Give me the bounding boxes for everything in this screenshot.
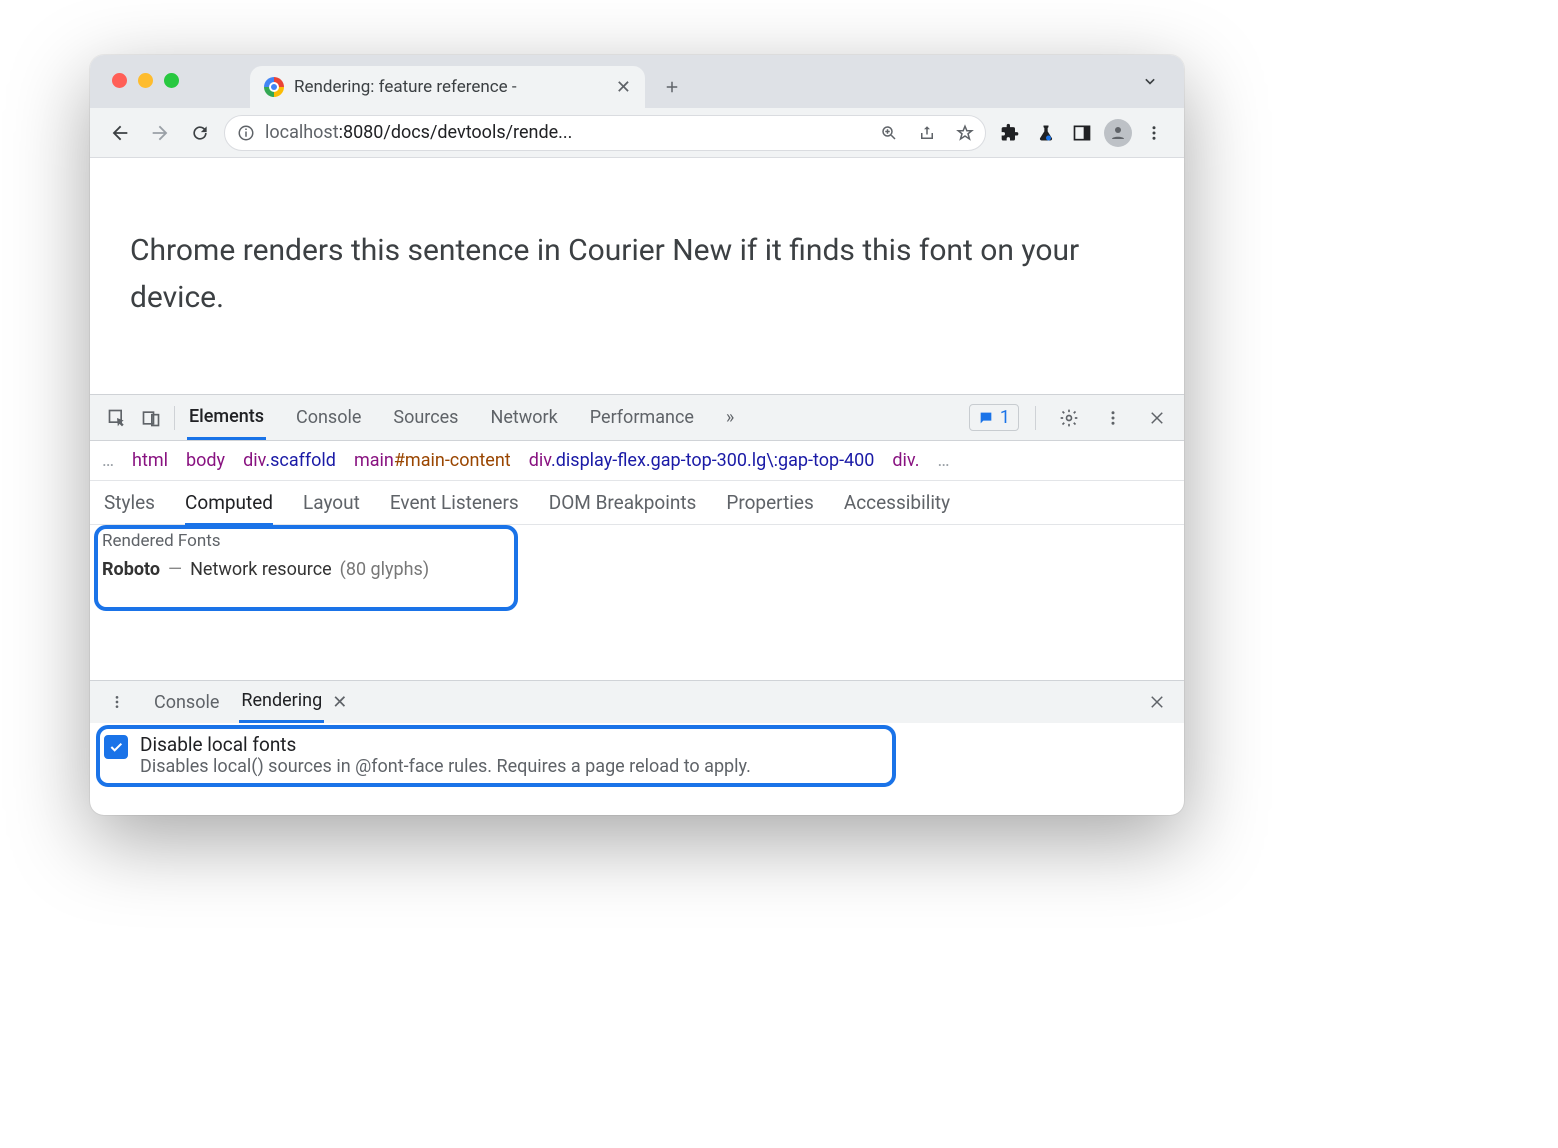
close-icon xyxy=(1148,409,1166,427)
sidepanel-icon xyxy=(1072,123,1092,143)
drawer-menu-button[interactable] xyxy=(100,685,134,719)
close-drawer-tab-icon[interactable]: ✕ xyxy=(332,692,347,713)
breadcrumb-item[interactable]: html xyxy=(132,450,168,471)
share-button[interactable] xyxy=(913,119,941,147)
issues-count: 1 xyxy=(1000,407,1010,428)
share-icon xyxy=(918,124,936,142)
close-drawer-button[interactable] xyxy=(1140,685,1174,719)
browser-window: Rendering: feature reference - ✕ localho… xyxy=(90,55,1184,815)
tab-network[interactable]: Network xyxy=(488,397,559,438)
devices-icon xyxy=(141,408,161,428)
window-controls xyxy=(112,73,179,88)
drawer-tab-rendering[interactable]: Rendering xyxy=(239,681,324,723)
url-text: localhost:8080/docs/devtools/rende... xyxy=(265,122,865,143)
breadcrumb-ellipsis[interactable]: … xyxy=(102,450,114,471)
breadcrumb-item[interactable]: div.display-flex.gap-top-300.lg\:gap-top… xyxy=(529,450,875,471)
subtab-styles[interactable]: Styles xyxy=(104,491,155,514)
puzzle-icon xyxy=(1000,123,1020,143)
kebab-icon xyxy=(109,694,125,710)
extensions-button[interactable] xyxy=(994,117,1026,149)
drawer-tab-console[interactable]: Console xyxy=(152,683,221,722)
avatar-icon xyxy=(1104,119,1132,147)
chevron-down-icon xyxy=(1140,71,1160,91)
arrow-right-icon xyxy=(149,122,171,144)
drawer-tabs: Console Rendering ✕ xyxy=(90,681,1184,723)
breadcrumb-item[interactable]: main#main-content xyxy=(354,450,511,471)
subtab-computed[interactable]: Computed xyxy=(185,479,273,526)
devtools-panel: Elements Console Sources Network Perform… xyxy=(90,394,1184,815)
breadcrumb-item[interactable]: div.scaffold xyxy=(243,450,336,471)
tab-search-button[interactable] xyxy=(1140,71,1160,91)
inspect-button[interactable] xyxy=(100,401,134,435)
fullscreen-window-button[interactable] xyxy=(164,73,179,88)
subtab-layout[interactable]: Layout xyxy=(303,491,360,514)
chrome-menu-button[interactable] xyxy=(1138,117,1170,149)
zoom-button[interactable] xyxy=(875,119,903,147)
inspect-icon xyxy=(107,408,127,428)
breadcrumb-ellipsis[interactable]: … xyxy=(937,450,949,471)
browser-tab[interactable]: Rendering: feature reference - ✕ xyxy=(250,66,645,108)
chrome-favicon-icon xyxy=(264,77,284,97)
flask-icon xyxy=(1036,123,1056,143)
tab-elements[interactable]: Elements xyxy=(187,396,266,440)
labs-button[interactable] xyxy=(1030,117,1062,149)
close-tab-icon[interactable]: ✕ xyxy=(616,77,631,98)
kebab-icon xyxy=(1145,124,1163,142)
dom-breadcrumb[interactable]: … html body div.scaffold main#main-conte… xyxy=(90,441,1184,481)
highlight-rendered-fonts xyxy=(94,525,518,611)
zoom-in-icon xyxy=(880,124,898,142)
gear-icon xyxy=(1059,408,1079,428)
settings-button[interactable] xyxy=(1052,401,1086,435)
address-bar[interactable]: localhost:8080/docs/devtools/rende... xyxy=(224,115,986,151)
device-toggle-button[interactable] xyxy=(134,401,168,435)
subtab-accessibility[interactable]: Accessibility xyxy=(844,491,950,514)
close-window-button[interactable] xyxy=(112,73,127,88)
minimize-window-button[interactable] xyxy=(138,73,153,88)
tab-title: Rendering: feature reference - xyxy=(294,77,606,97)
devtools-toolbar: Elements Console Sources Network Perform… xyxy=(90,395,1184,441)
new-tab-button[interactable] xyxy=(655,70,689,104)
subtab-properties[interactable]: Properties xyxy=(726,491,813,514)
page-content: Chrome renders this sentence in Courier … xyxy=(90,158,1184,394)
reload-icon xyxy=(190,123,210,143)
browser-toolbar: localhost:8080/docs/devtools/rende... xyxy=(90,108,1184,158)
arrow-left-icon xyxy=(109,122,131,144)
breadcrumb-item[interactable]: div. xyxy=(892,450,919,471)
tab-performance[interactable]: Performance xyxy=(588,397,696,438)
star-icon xyxy=(956,124,974,142)
bookmark-button[interactable] xyxy=(951,119,979,147)
forward-button[interactable] xyxy=(144,117,176,149)
profile-button[interactable] xyxy=(1102,117,1134,149)
tab-sources[interactable]: Sources xyxy=(391,397,460,438)
subtab-event-listeners[interactable]: Event Listeners xyxy=(390,491,519,514)
computed-panel: Rendered Fonts Roboto — Network resource… xyxy=(90,525,1184,791)
tab-console[interactable]: Console xyxy=(294,397,363,438)
kebab-icon xyxy=(1104,409,1122,427)
devtools-menu-button[interactable] xyxy=(1096,401,1130,435)
close-devtools-button[interactable] xyxy=(1140,401,1174,435)
issues-button[interactable]: 1 xyxy=(969,404,1019,431)
more-tabs-button[interactable]: » xyxy=(724,397,736,438)
chat-icon xyxy=(978,410,994,426)
elements-subtabs: Styles Computed Layout Event Listeners D… xyxy=(90,481,1184,525)
breadcrumb-item[interactable]: body xyxy=(186,450,225,471)
devtools-drawer: Console Rendering ✕ Disable local fonts … xyxy=(90,680,1184,791)
rendering-drawer-body: Disable local fonts Disables local() sou… xyxy=(90,723,1184,791)
plus-icon xyxy=(663,78,681,96)
info-icon xyxy=(237,124,255,142)
subtab-dom-breakpoints[interactable]: DOM Breakpoints xyxy=(549,491,697,514)
highlight-disable-local-fonts xyxy=(96,725,896,787)
close-icon xyxy=(1148,693,1166,711)
devtools-tabs: Elements Console Sources Network Perform… xyxy=(187,396,736,440)
reload-button[interactable] xyxy=(184,117,216,149)
back-button[interactable] xyxy=(104,117,136,149)
titlebar: Rendering: feature reference - ✕ xyxy=(90,55,1184,108)
sample-sentence: Chrome renders this sentence in Courier … xyxy=(130,233,1079,315)
side-panel-button[interactable] xyxy=(1066,117,1098,149)
